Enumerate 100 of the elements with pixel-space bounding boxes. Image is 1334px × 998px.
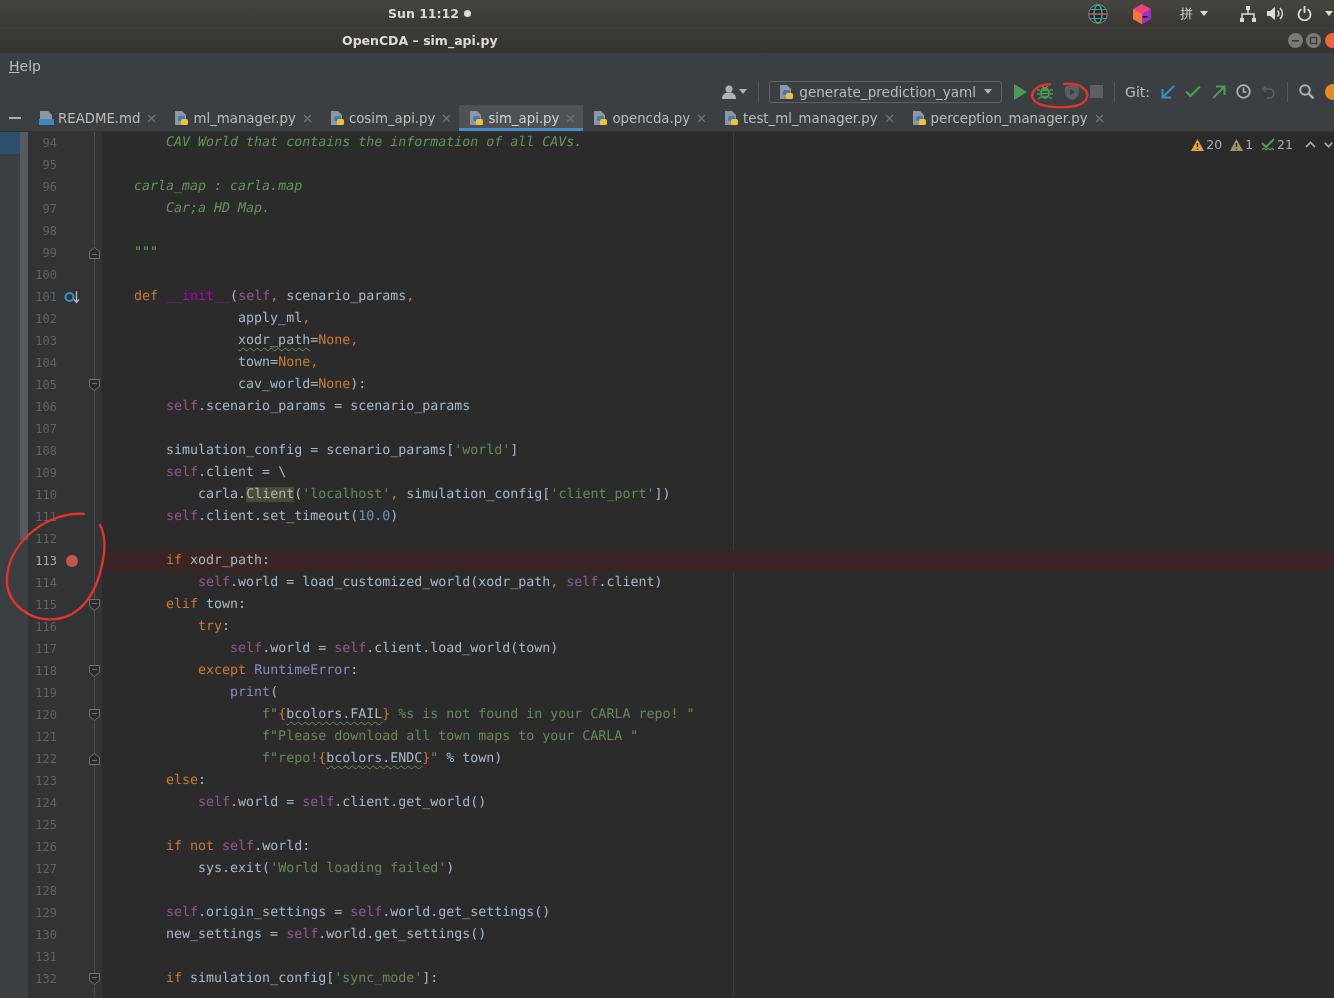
warning-icon bbox=[1191, 138, 1205, 151]
stop-icon[interactable] bbox=[1090, 85, 1104, 98]
user-icon[interactable] bbox=[722, 84, 737, 99]
git-label: Git: bbox=[1125, 83, 1150, 100]
code-line: if xodr_path: bbox=[166, 552, 271, 570]
code-line: CAV World that contains the information of all CAVs. bbox=[166, 134, 583, 152]
code-line: new_settings = self.world.get_settings() bbox=[166, 926, 487, 944]
editor-tab[interactable]: sim_api.py bbox=[459, 105, 584, 131]
cube-icon[interactable] bbox=[1133, 3, 1151, 24]
fold-icon[interactable] bbox=[89, 753, 100, 765]
breakpoint-icon[interactable] bbox=[66, 555, 78, 567]
fold-icon[interactable] bbox=[89, 599, 100, 611]
scrollbar-thumb[interactable] bbox=[20, 132, 28, 540]
clock-icon[interactable] bbox=[1236, 84, 1251, 99]
code-line: cav_world=None): bbox=[238, 376, 367, 394]
network-icon[interactable] bbox=[1240, 5, 1256, 22]
code-line: self.world = load_customized_world(xodr_path, self.client) bbox=[198, 574, 663, 592]
clock[interactable]: Sun 11:12 bbox=[388, 6, 459, 21]
problems-counter[interactable]: 20 bbox=[1191, 137, 1223, 152]
code-line: carla_map : carla.map bbox=[134, 178, 303, 196]
code-line: self.client = \ bbox=[166, 464, 287, 482]
editor-tab[interactable]: cosim_api.py bbox=[319, 105, 460, 131]
fold-icon[interactable] bbox=[89, 709, 100, 721]
dot-icon bbox=[463, 10, 471, 17]
code-line: elif town: bbox=[166, 596, 247, 614]
close-icon[interactable] bbox=[442, 113, 452, 123]
notification-icon[interactable] bbox=[1324, 83, 1334, 100]
code-line: f"Please download all town maps to your CARLA " bbox=[262, 728, 639, 746]
arrow-down-left-icon[interactable] bbox=[1160, 84, 1175, 99]
code-line: self.scenario_params = scenario_params bbox=[166, 398, 471, 416]
chevron-down-icon[interactable] bbox=[1324, 141, 1333, 148]
python-file-icon bbox=[592, 110, 609, 126]
code-line: f"{bcolors.FAIL} %s is not found in your CARLA repo! " bbox=[262, 706, 695, 724]
python-file-icon bbox=[723, 110, 740, 126]
python-file-icon bbox=[468, 110, 485, 126]
close-icon[interactable] bbox=[302, 113, 312, 123]
chevron-up-icon[interactable] bbox=[1305, 141, 1316, 148]
code-line: self.origin_settings = self.world.get_settings() bbox=[166, 904, 551, 922]
editor-tab[interactable]: ml_manager.py bbox=[164, 105, 320, 131]
problems-counter[interactable]: 1 bbox=[1230, 137, 1254, 152]
line-number: 113 bbox=[35, 554, 57, 568]
close-icon[interactable] bbox=[566, 113, 576, 123]
fold-icon[interactable] bbox=[89, 665, 100, 677]
run-configuration-dropdown[interactable]: generate_prediction_yaml bbox=[769, 80, 1003, 103]
close-icon[interactable] bbox=[1094, 113, 1104, 123]
search-icon[interactable] bbox=[1298, 84, 1314, 99]
python-file-icon bbox=[173, 110, 190, 126]
code-line: try: bbox=[198, 618, 231, 636]
code-line: if not self.world: bbox=[166, 838, 311, 856]
code-line: carla.Client('localhost', simulation_config['client_port']) bbox=[198, 486, 671, 504]
window-title: OpenCDA – sim_api.py bbox=[342, 32, 498, 48]
code-line: """ bbox=[134, 244, 159, 262]
editor-tab[interactable]: README.md bbox=[29, 105, 165, 131]
minimize-icon[interactable] bbox=[1288, 32, 1303, 48]
code-line: self.world = self.client.load_world(town) bbox=[230, 640, 559, 658]
close-icon[interactable] bbox=[147, 113, 157, 123]
volume-icon[interactable] bbox=[1267, 6, 1284, 21]
editor-tab[interactable]: opencda.py bbox=[583, 105, 715, 131]
bug-icon[interactable] bbox=[1037, 83, 1054, 100]
code-line: simulation_config = scenario_params['world'] bbox=[166, 442, 519, 460]
markdown-file-icon bbox=[38, 110, 54, 126]
code-line: xodr_path=None, bbox=[238, 332, 359, 350]
code-line: Car;a HD Map. bbox=[166, 200, 271, 218]
fold-icon[interactable] bbox=[89, 379, 100, 391]
play-icon[interactable] bbox=[1012, 83, 1027, 100]
code-line: print( bbox=[230, 684, 279, 702]
code-line: sys.exit('World loading failed') bbox=[198, 860, 455, 878]
shield-icon[interactable] bbox=[1063, 83, 1080, 100]
code-line: if simulation_config['sync_mode']: bbox=[166, 970, 439, 988]
code-line: apply_ml, bbox=[238, 310, 311, 328]
close-icon[interactable] bbox=[1324, 32, 1334, 48]
maximize-icon[interactable] bbox=[1306, 32, 1321, 48]
input-method-indicator[interactable]: 拼 bbox=[1180, 4, 1193, 23]
code-line: self.client.set_timeout(10.0) bbox=[166, 508, 399, 526]
power-icon[interactable] bbox=[1297, 6, 1312, 21]
check-icon[interactable] bbox=[1185, 85, 1201, 98]
caret-icon bbox=[984, 89, 993, 94]
python-file-icon bbox=[328, 110, 345, 126]
arrow-up-right-icon[interactable] bbox=[1211, 84, 1226, 99]
code-line: town=None, bbox=[238, 354, 319, 372]
editor-tab[interactable]: test_ml_manager.py bbox=[714, 105, 902, 131]
undo-icon[interactable] bbox=[1261, 84, 1277, 99]
python-file-icon bbox=[778, 83, 795, 100]
code-line: def __init__(self, scenario_params, bbox=[134, 288, 415, 306]
code-line: except RuntimeError: bbox=[198, 662, 359, 680]
problems-counter[interactable]: 21 bbox=[1261, 137, 1293, 152]
override-icon[interactable] bbox=[64, 290, 80, 304]
close-icon[interactable] bbox=[697, 113, 707, 123]
globe-icon[interactable] bbox=[1088, 3, 1108, 24]
fold-icon[interactable] bbox=[89, 973, 100, 985]
caret-icon bbox=[1200, 11, 1208, 16]
caret-icon bbox=[1325, 11, 1333, 16]
fold-icon[interactable] bbox=[89, 247, 100, 259]
python-file-icon bbox=[910, 110, 927, 126]
caret-icon bbox=[739, 89, 748, 94]
code-line: self.world = self.client.get_world() bbox=[198, 794, 487, 812]
menu-item[interactable]: Help bbox=[9, 57, 41, 74]
editor-tab[interactable]: perception_manager.py bbox=[901, 105, 1112, 131]
warning-icon bbox=[1230, 138, 1244, 151]
close-icon[interactable] bbox=[884, 113, 894, 123]
